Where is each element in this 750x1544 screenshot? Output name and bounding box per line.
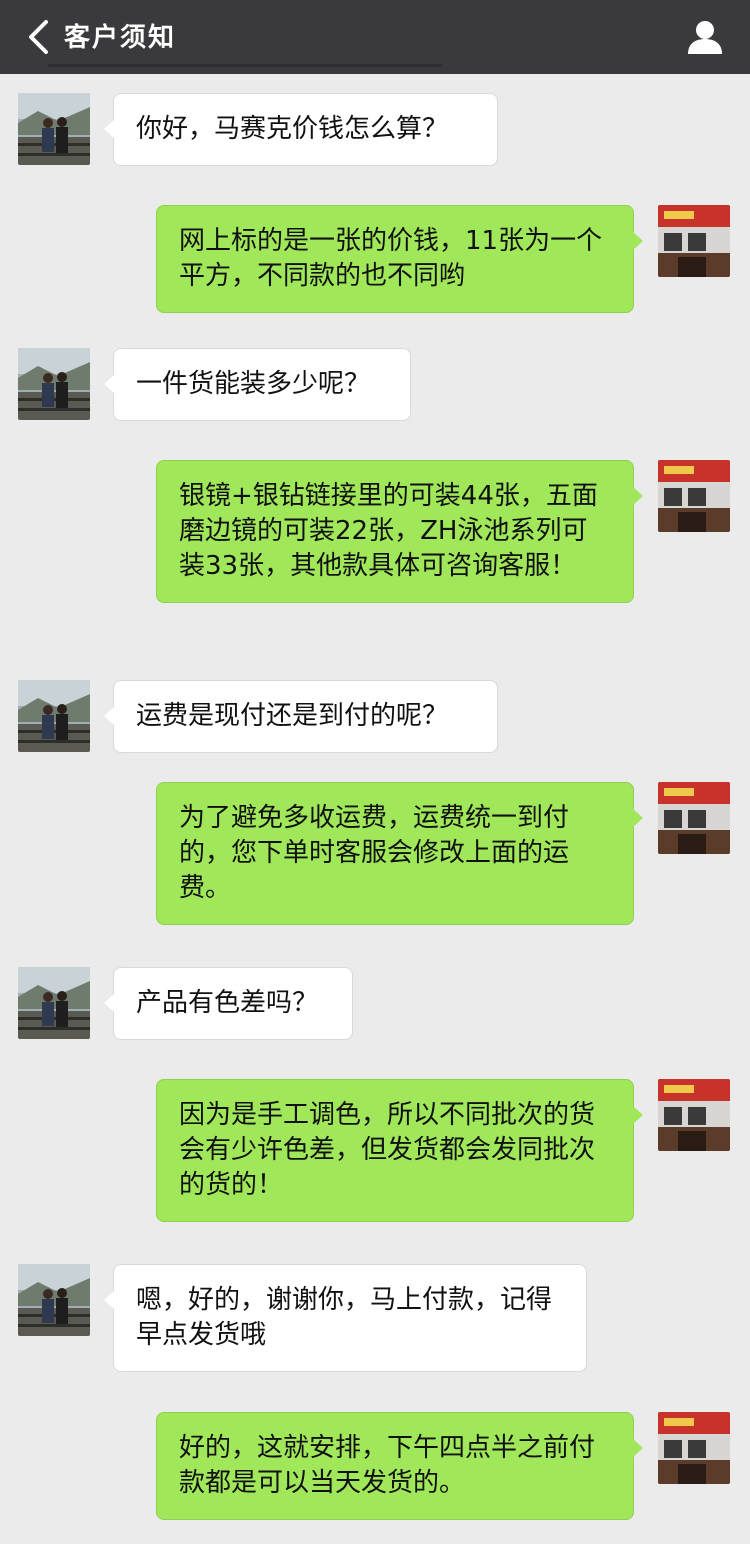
outgoing-message-bubble[interactable]: 网上标的是一张的价钱，11张为一个平方，不同款的也不同哟 [156,205,643,313]
back-button[interactable] [16,14,60,60]
avatar[interactable] [18,680,90,752]
chevron-left-icon [29,20,48,54]
incoming-message-bubble[interactable]: 嗯，好的，谢谢你，马上付款，记得早点发货哦 [104,1264,587,1372]
avatar[interactable] [658,205,730,277]
avatar[interactable] [18,348,90,420]
avatar[interactable] [18,967,90,1039]
avatar[interactable] [658,460,730,532]
incoming-message-bubble[interactable]: 你好，马赛克价钱怎么算？ [104,93,498,166]
profile-button[interactable] [682,14,728,60]
outgoing-message-bubble[interactable]: 为了避免多收运费，运费统一到付的，您下单时客服会修改上面的运费。 [156,782,643,925]
avatar[interactable] [658,1079,730,1151]
user-icon [688,21,722,54]
outgoing-message-bubble[interactable]: 银镜+银钻链接里的可装44张，五面磨边镜的可装22张，ZH泳池系列可装33张，其… [156,460,643,603]
outgoing-message-bubble[interactable]: 因为是手工调色，所以不同批次的货会有少许色差，但发货都会发同批次的货的！ [156,1079,643,1222]
avatar[interactable] [18,1264,90,1336]
avatar[interactable] [658,782,730,854]
incoming-message-bubble[interactable]: 运费是现付还是到付的呢？ [104,680,498,753]
nav-bar: 客户须知 [0,0,750,74]
title-underline [48,64,442,67]
avatar[interactable] [658,1412,730,1484]
page-title: 客户须知 [64,23,177,53]
incoming-message-bubble[interactable]: 产品有色差吗？ [104,967,353,1040]
incoming-message-bubble[interactable]: 一件货能装多少呢？ [104,348,411,421]
avatar[interactable] [18,93,90,165]
outgoing-message-bubble[interactable]: 好的，这就安排，下午四点半之前付款都是可以当天发货的。 [156,1412,643,1520]
